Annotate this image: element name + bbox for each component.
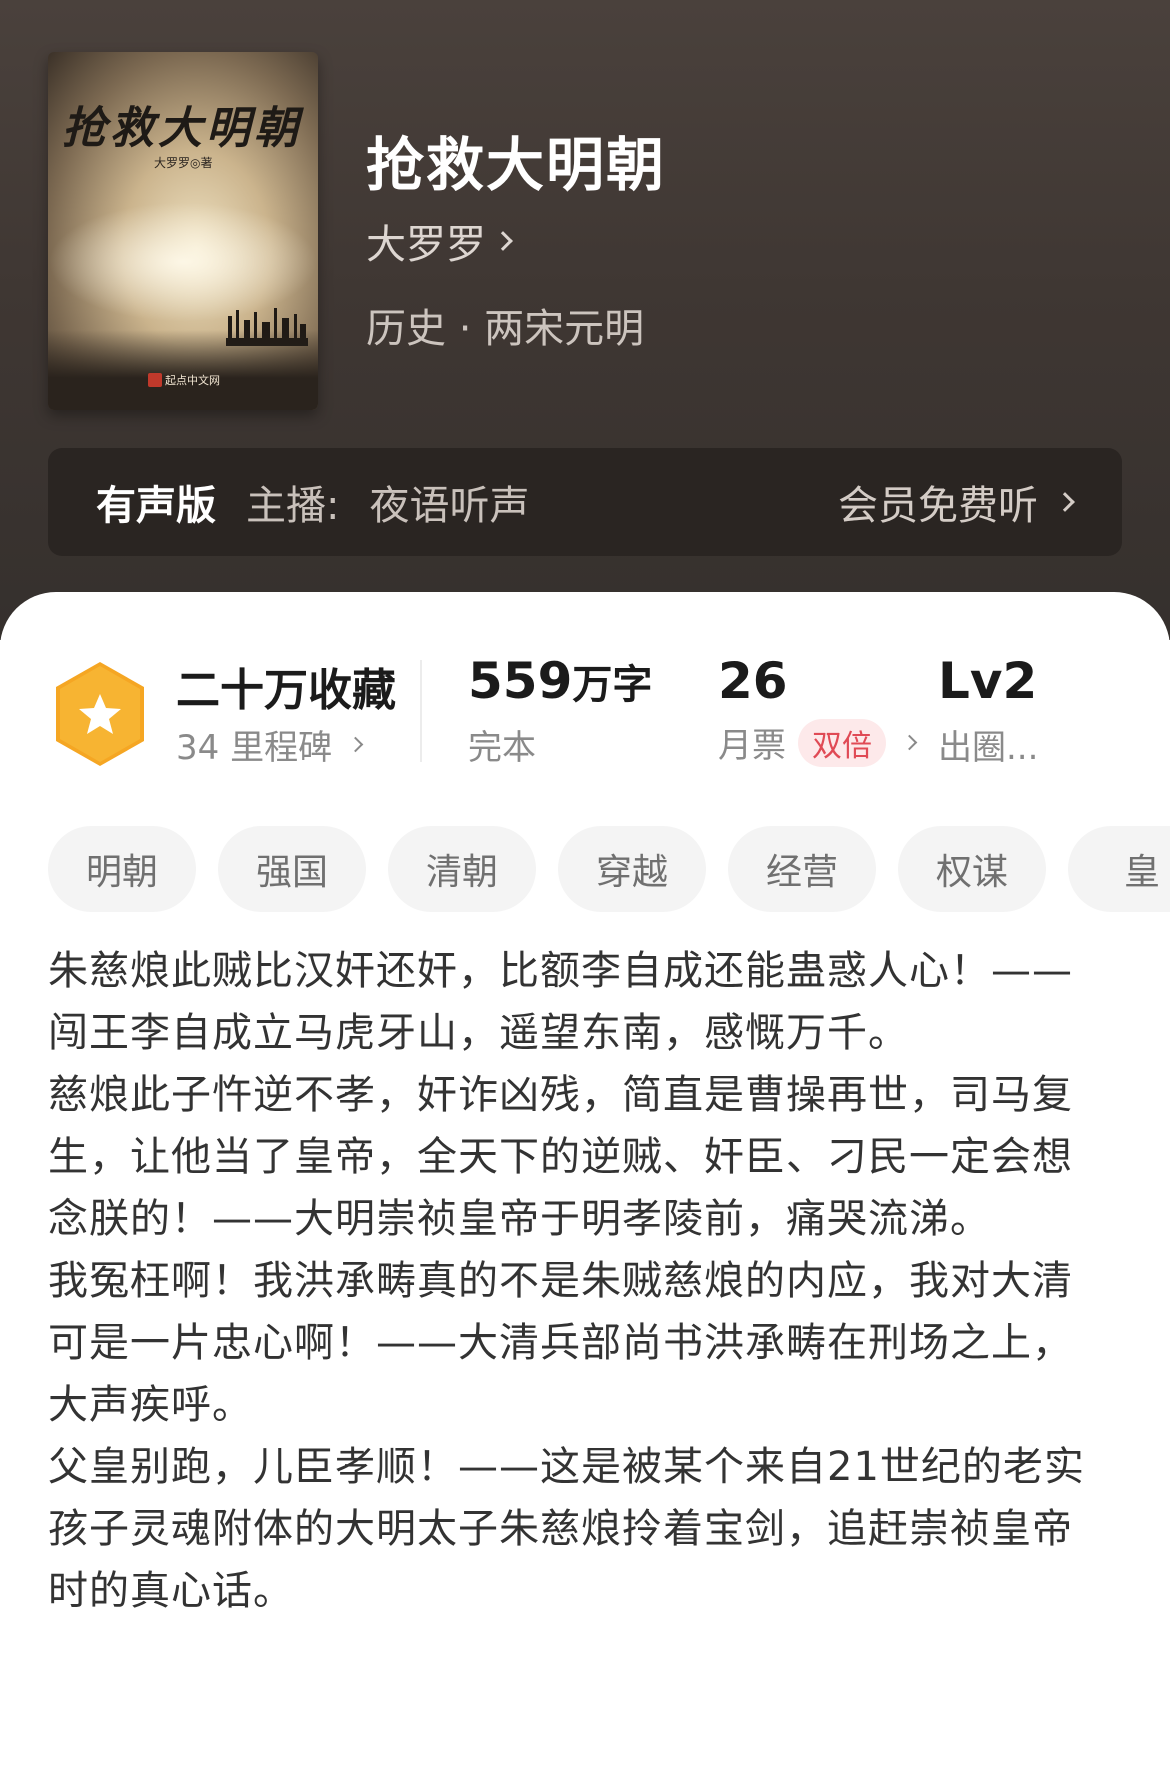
stats-divider: [420, 660, 422, 762]
tag-chip[interactable]: 强国: [218, 826, 366, 912]
tag-chip[interactable]: 经营: [728, 826, 876, 912]
book-cover[interactable]: 抢救大明朝 大罗罗◎著 起点中文网: [48, 52, 318, 410]
author-name: 大罗罗: [366, 222, 486, 268]
collection-star-badge-icon[interactable]: [52, 660, 148, 768]
tag-chip[interactable]: 明朝: [48, 826, 196, 912]
milestones-label: 34 里程碑: [176, 728, 333, 768]
book-synopsis[interactable]: 朱慈烺此贼比汉奸还奸，比额李自成还能蛊惑人心！——闯王李自成立马虎牙山，遥望东南…: [48, 940, 1108, 1622]
member-free-listen-label: 会员免费听: [838, 483, 1038, 529]
chevron-right-icon: [1055, 492, 1075, 512]
chevron-right-icon: [347, 736, 364, 753]
cover-ground: [48, 330, 318, 410]
book-info-card: 二十万收藏 34 里程碑 559万字 完本 26 月票 双倍 Lv2 出圈...…: [0, 592, 1170, 1772]
chevron-right-icon: [493, 231, 513, 251]
audio-host-label: 主播:: [246, 483, 340, 529]
synopsis-paragraph: 朱慈烺此贼比汉奸还奸，比额李自成还能蛊惑人心！——闯王李自成立马虎牙山，遥望东南…: [48, 948, 1073, 1056]
audio-host-name: 夜语听声: [369, 483, 530, 529]
synopsis-paragraph: 父皇别跑，儿臣孝顺！——这是被某个来自21世纪的老实孩子灵魂附体的大明太子朱慈烺…: [48, 1444, 1085, 1614]
word-count: 559万字: [468, 652, 652, 710]
publisher-logo-icon: [148, 373, 162, 387]
cover-title: 抢救大明朝: [62, 103, 302, 154]
book-level-sub: 出圈...: [938, 728, 1039, 768]
book-title: 抢救大明朝: [366, 131, 667, 199]
word-count-unit: 万字: [572, 662, 653, 708]
tag-chip[interactable]: 穿越: [558, 826, 706, 912]
tag-chip[interactable]: 皇: [1068, 826, 1170, 912]
author-link[interactable]: 大罗罗: [366, 212, 513, 270]
monthly-votes-label: 月票: [718, 726, 786, 766]
tag-chip[interactable]: 清朝: [388, 826, 536, 912]
book-category[interactable]: 历史 · 两宋元明: [366, 296, 644, 354]
audio-edition-label: 有声版: [96, 483, 216, 529]
synopsis-paragraph: 我冤枉啊！我洪承畴真的不是朱贼慈烺的内应，我对大清可是一片忠心啊！——大清兵部尚…: [48, 1258, 1073, 1428]
member-free-listen-button[interactable]: 会员免费听: [838, 473, 1075, 531]
cover-publisher-name: 起点中文网: [165, 374, 220, 387]
completion-status: 完本: [468, 728, 536, 768]
synopsis-paragraph: 慈烺此子忤逆不孝，奸诈凶残，简直是曹操再世，司马复生，让他当了皇帝，全天下的逆贼…: [48, 1072, 1073, 1242]
tag-list: 明朝 强国 清朝 穿越 经营 权谋 皇: [48, 826, 1170, 914]
audio-edition-bar[interactable]: 有声版 主播: 夜语听声 会员免费听: [48, 448, 1122, 556]
collection-count: 二十万收藏: [176, 665, 396, 716]
milestones-link[interactable]: 34 里程碑: [176, 720, 364, 769]
cover-author: 大罗罗◎著: [154, 156, 213, 170]
book-detail-page: 抢救大明朝 大罗罗◎著 起点中文网 抢救大明朝 大罗罗 历史 · 两宋元明 有声…: [0, 0, 1170, 1772]
monthly-votes-link[interactable]: 月票 双倍: [718, 718, 918, 767]
tag-chip[interactable]: 权谋: [898, 826, 1046, 912]
cover-publisher: 起点中文网: [148, 372, 220, 388]
book-level[interactable]: Lv2: [938, 652, 1037, 710]
monthly-votes-count: 26: [718, 652, 788, 710]
chevron-right-icon: [901, 734, 918, 751]
double-votes-badge: 双倍: [798, 718, 886, 767]
word-count-value: 559: [468, 652, 573, 710]
book-header: 抢救大明朝 大罗罗◎著 起点中文网 抢救大明朝 大罗罗 历史 · 两宋元明 有声…: [0, 0, 1170, 640]
